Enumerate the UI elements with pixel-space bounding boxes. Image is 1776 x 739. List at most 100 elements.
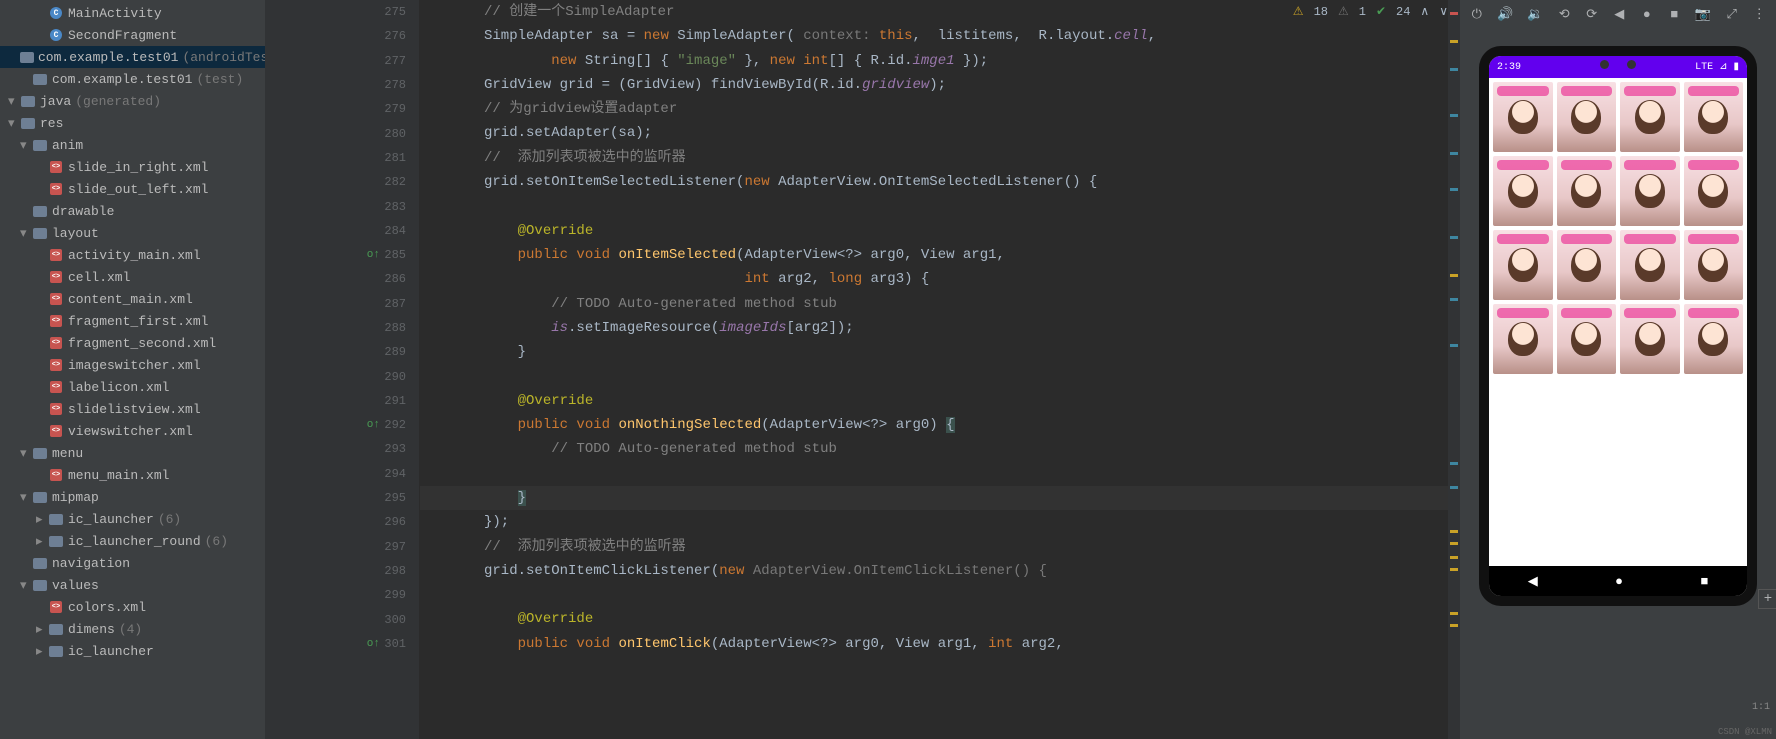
tree-item[interactable]: <>slide_in_right.xml xyxy=(0,156,265,178)
line-number[interactable]: 295 xyxy=(265,486,420,510)
zoom-in-button[interactable]: + xyxy=(1758,589,1776,609)
grid-image-item[interactable] xyxy=(1557,230,1617,300)
tree-item[interactable]: <>fragment_second.xml xyxy=(0,332,265,354)
tree-item[interactable]: <>slide_out_left.xml xyxy=(0,178,265,200)
line-number[interactable]: 301o↑ xyxy=(265,632,420,656)
tree-item[interactable]: ▾java(generated) xyxy=(0,90,265,112)
code-line[interactable]: SimpleAdapter sa = new SimpleAdapter( co… xyxy=(420,24,1460,48)
overview-icon[interactable]: ■ xyxy=(1668,6,1682,22)
tree-item[interactable]: <>viewswitcher.xml xyxy=(0,420,265,442)
code-line[interactable]: new String[] { "image" }, new int[] { R.… xyxy=(420,49,1460,73)
line-number[interactable]: 297 xyxy=(265,535,420,559)
nav-back-icon[interactable]: ◀ xyxy=(1528,574,1538,589)
volume-down-icon[interactable]: 🔉 xyxy=(1528,6,1544,22)
inspection-summary[interactable]: ⚠18 ⚠1 ✔24 ∧ ∨ xyxy=(1293,4,1448,19)
grid-image-item[interactable] xyxy=(1684,82,1744,152)
grid-image-item[interactable] xyxy=(1493,156,1553,226)
tree-item[interactable]: ▾menu xyxy=(0,442,265,464)
code-line[interactable]: @Override xyxy=(420,389,1460,413)
grid-image-item[interactable] xyxy=(1620,156,1680,226)
app-grid-view[interactable] xyxy=(1489,78,1747,566)
tree-item[interactable]: CMainActivity xyxy=(0,2,265,24)
tree-item[interactable]: <>cell.xml xyxy=(0,266,265,288)
home-icon[interactable]: ● xyxy=(1640,6,1654,22)
line-number[interactable]: 300 xyxy=(265,607,420,631)
code-line[interactable]: // TODO Auto-generated method stub xyxy=(420,292,1460,316)
tree-item[interactable]: CSecondFragment xyxy=(0,24,265,46)
tree-item[interactable]: ▾mipmap xyxy=(0,486,265,508)
line-number[interactable]: 283 xyxy=(265,194,420,218)
code-line[interactable]: }); xyxy=(420,510,1460,534)
code-line[interactable]: public void onItemClick(AdapterView<?> a… xyxy=(420,632,1460,656)
tree-item[interactable]: com.example.test01(androidTest) xyxy=(0,46,265,68)
fold-column[interactable] xyxy=(408,0,420,739)
emulator-view[interactable]: 2:39 LTE ⊿ ▮ ◀ ● ■ + 1:1 CSDN @XLMN xyxy=(1460,28,1776,739)
grid-image-item[interactable] xyxy=(1557,82,1617,152)
code-line[interactable] xyxy=(420,583,1460,607)
code-editor[interactable]: ⚠18 ⚠1 ✔24 ∧ ∨ // 创建一个SimpleAdapterSimpl… xyxy=(420,0,1460,739)
line-number[interactable]: 284 xyxy=(265,219,420,243)
prev-highlight-icon[interactable]: ∧ xyxy=(1420,4,1429,19)
grid-image-item[interactable] xyxy=(1684,304,1744,374)
code-line[interactable]: GridView grid = (GridView) findViewById(… xyxy=(420,73,1460,97)
grid-image-item[interactable] xyxy=(1557,156,1617,226)
tree-item[interactable]: <>colors.xml xyxy=(0,596,265,618)
rotate-right-icon[interactable]: ⟳ xyxy=(1585,6,1599,22)
grid-image-item[interactable] xyxy=(1557,304,1617,374)
line-number[interactable]: 296 xyxy=(265,510,420,534)
line-number[interactable]: 293 xyxy=(265,437,420,461)
rotate-left-icon[interactable]: ⟲ xyxy=(1558,6,1572,22)
tree-item[interactable]: ▸dimens(4) xyxy=(0,618,265,640)
tree-item[interactable]: <>fragment_first.xml xyxy=(0,310,265,332)
project-tree[interactable]: CMainActivityCSecondFragmentcom.example.… xyxy=(0,0,265,739)
code-line[interactable]: // TODO Auto-generated method stub xyxy=(420,437,1460,461)
zoom-icon[interactable]: ⤢ xyxy=(1725,6,1739,22)
power-icon[interactable]: ⏻ xyxy=(1470,6,1484,22)
line-number[interactable]: 285o↑ xyxy=(265,243,420,267)
next-highlight-icon[interactable]: ∨ xyxy=(1439,4,1448,19)
line-number[interactable]: 280 xyxy=(265,121,420,145)
line-number[interactable]: 281 xyxy=(265,146,420,170)
tree-item[interactable]: <>activity_main.xml xyxy=(0,244,265,266)
android-nav-bar[interactable]: ◀ ● ■ xyxy=(1489,566,1747,596)
grid-image-item[interactable] xyxy=(1684,156,1744,226)
code-line[interactable]: public void onNothingSelected(AdapterVie… xyxy=(420,413,1460,437)
tree-item[interactable]: navigation xyxy=(0,552,265,574)
code-line[interactable]: grid.setAdapter(sa); xyxy=(420,121,1460,145)
tree-item[interactable]: ▸ic_launcher xyxy=(0,640,265,662)
grid-image-item[interactable] xyxy=(1493,82,1553,152)
code-line[interactable]: int arg2, long arg3) { xyxy=(420,267,1460,291)
tree-item[interactable]: com.example.test01(test) xyxy=(0,68,265,90)
code-line[interactable]: @Override xyxy=(420,219,1460,243)
code-line[interactable] xyxy=(420,194,1460,218)
screenshot-icon[interactable]: 📷 xyxy=(1695,6,1711,22)
volume-up-icon[interactable]: 🔊 xyxy=(1498,6,1514,22)
code-line[interactable]: } xyxy=(420,340,1460,364)
nav-home-icon[interactable]: ● xyxy=(1615,574,1623,589)
line-number[interactable]: 288 xyxy=(265,316,420,340)
back-icon[interactable]: ◀ xyxy=(1613,6,1627,22)
line-number[interactable]: 277 xyxy=(265,49,420,73)
tree-item[interactable]: <>content_main.xml xyxy=(0,288,265,310)
line-number[interactable]: 275 xyxy=(265,0,420,24)
tree-item[interactable]: ▸ic_launcher_round(6) xyxy=(0,530,265,552)
error-stripe[interactable] xyxy=(1448,0,1460,739)
line-number[interactable]: 294 xyxy=(265,462,420,486)
line-number[interactable]: 287 xyxy=(265,292,420,316)
code-line[interactable]: @Override xyxy=(420,607,1460,631)
line-number[interactable]: 292o↑ xyxy=(265,413,420,437)
tree-item[interactable]: <>labelicon.xml xyxy=(0,376,265,398)
code-line[interactable]: } xyxy=(420,486,1460,510)
code-line[interactable]: is.setImageResource(imageIds[arg2]); xyxy=(420,316,1460,340)
grid-image-item[interactable] xyxy=(1620,304,1680,374)
grid-image-item[interactable] xyxy=(1620,82,1680,152)
nav-recent-icon[interactable]: ■ xyxy=(1700,574,1708,589)
more-icon[interactable]: ⋮ xyxy=(1753,6,1767,22)
tree-item[interactable]: drawable xyxy=(0,200,265,222)
line-number[interactable]: 286 xyxy=(265,267,420,291)
code-line[interactable]: grid.setOnItemClickListener(new AdapterV… xyxy=(420,559,1460,583)
grid-image-item[interactable] xyxy=(1493,230,1553,300)
tree-item[interactable]: ▾anim xyxy=(0,134,265,156)
tree-item[interactable]: ▸ic_launcher(6) xyxy=(0,508,265,530)
line-number[interactable]: 279 xyxy=(265,97,420,121)
